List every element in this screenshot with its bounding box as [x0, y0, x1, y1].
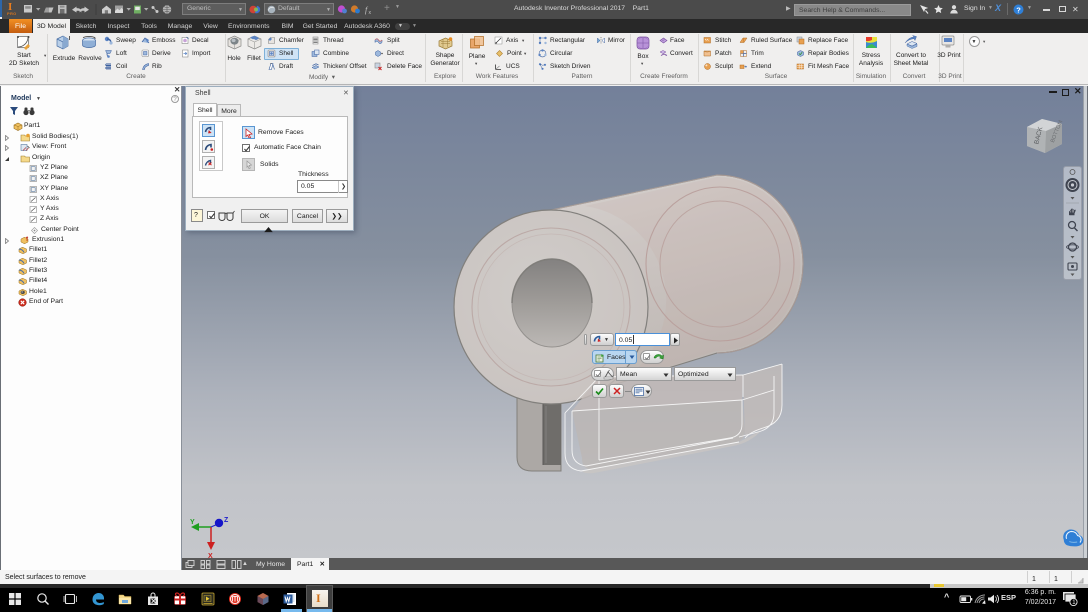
svg-text:Z: Z	[224, 517, 229, 524]
svg-text:Y: Y	[190, 519, 195, 526]
